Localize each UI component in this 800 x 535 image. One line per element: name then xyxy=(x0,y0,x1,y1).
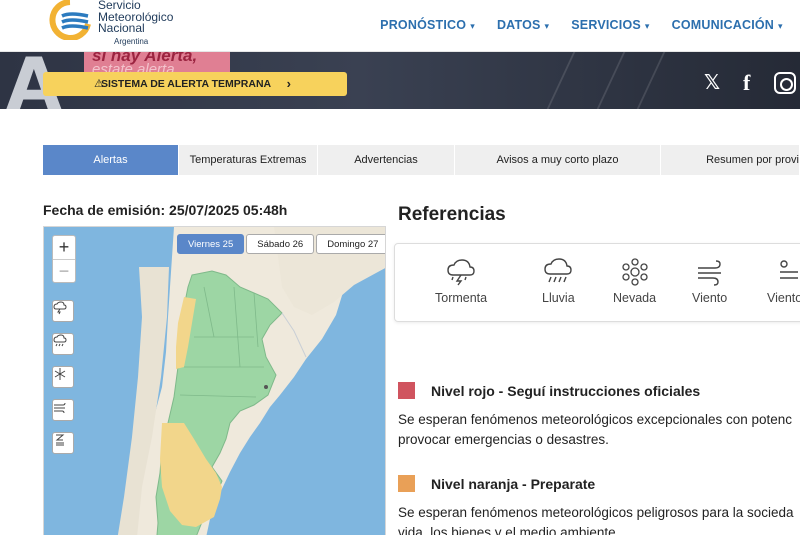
day-selector: Viernes 25 Sábado 26 Domingo 27 xyxy=(177,234,385,254)
snow-icon xyxy=(621,258,648,286)
day-domingo-27[interactable]: Domingo 27 xyxy=(316,234,385,254)
level-desc-line-2: vida, los bienes y el medio ambiente. xyxy=(398,525,620,535)
city-marker xyxy=(264,385,268,389)
level-desc-line-2: provocar emergencias o desastres. xyxy=(398,432,609,447)
lightning-streak xyxy=(546,52,576,109)
caret-down-icon: ▾ xyxy=(544,21,550,31)
alert-system-button[interactable]: ⚠ SISTEMA DE ALERTA TEMPRANA › xyxy=(43,72,347,96)
wind-icon xyxy=(697,260,721,286)
reference-rain: Lluvia xyxy=(542,258,575,305)
reference-label: Viento xyxy=(767,291,800,305)
level-red-title: Nivel rojo - Seguí instrucciones oficial… xyxy=(398,382,700,399)
logo-line-3: Nacional xyxy=(98,21,145,35)
level-desc-line-1: Se esperan fenómenos meteorológicos exce… xyxy=(398,412,792,427)
nav-label: SERVICIOS xyxy=(571,18,641,32)
nav-label: COMUNICACIÓN xyxy=(671,18,775,32)
references-title: Referencias xyxy=(398,204,506,225)
lightning-streak xyxy=(636,52,666,109)
map-filter-zonda[interactable] xyxy=(52,432,74,454)
zoom-controls: + − xyxy=(52,235,76,283)
site-header: Servicio Meteorológico Nacional Argentin… xyxy=(0,0,800,52)
day-sabado-26[interactable]: Sábado 26 xyxy=(246,234,315,254)
zoom-in-button[interactable]: + xyxy=(53,236,75,259)
tab-advertencias[interactable]: Advertencias xyxy=(318,145,455,175)
alert-tabs: Alertas Temperaturas Extremas Advertenci… xyxy=(43,145,800,175)
reference-storm: Tormenta xyxy=(435,258,487,305)
caret-down-icon: ▾ xyxy=(778,21,783,31)
zoom-out-button[interactable]: − xyxy=(53,259,75,282)
smn-logo-icon xyxy=(49,0,91,40)
caret-down-icon: ▾ xyxy=(644,21,650,31)
tab-alertas[interactable]: Alertas xyxy=(43,145,179,175)
nav-label: DATOS xyxy=(496,18,541,32)
reference-wind-2: Viento xyxy=(767,258,800,305)
map-filter-snow[interactable] xyxy=(52,366,74,388)
reference-label: Tormenta xyxy=(435,291,488,305)
wind-icon xyxy=(54,402,66,414)
reference-label: Viento xyxy=(692,291,728,305)
nav-datos[interactable]: DATOS ▾ xyxy=(497,18,549,32)
nav-servicios[interactable]: SERVICIOS ▾ xyxy=(571,18,649,32)
caret-down-icon: ▾ xyxy=(470,21,475,31)
nav-comunicacion[interactable]: COMUNICACIÓN ▾ xyxy=(672,18,783,32)
day-viernes-25[interactable]: Viernes 25 xyxy=(177,234,245,254)
alert-map[interactable]: + − Viernes 25 Sábado 26 Domingo 27 xyxy=(43,226,386,535)
reference-wind: Viento xyxy=(692,258,727,305)
alert-button-label: SISTEMA DE ALERTA TEMPRANA xyxy=(101,78,272,90)
map-filter-rain[interactable] xyxy=(52,333,74,355)
nav-label: PRONÓSTICO xyxy=(380,18,467,32)
lightning-streak xyxy=(596,52,626,109)
rain-icon xyxy=(544,258,573,283)
level-red-swatch xyxy=(398,382,415,399)
level-orange-swatch xyxy=(398,475,415,492)
tab-temperaturas-extremas[interactable]: Temperaturas Extremas xyxy=(179,145,318,175)
logo-text: Servicio Meteorológico Nacional Argentin… xyxy=(98,0,173,47)
x-icon[interactable]: 𝕏 xyxy=(704,70,720,95)
level-title: Nivel rojo - Seguí instrucciones oficial… xyxy=(431,382,701,399)
tab-avisos-corto-plazo[interactable]: Avisos a muy corto plazo xyxy=(455,145,661,175)
nav-pronostico[interactable]: PRONÓSTICO ▾ xyxy=(380,18,475,32)
wind-zonda-icon xyxy=(779,260,798,279)
level-title: Nivel naranja - Preparate xyxy=(431,475,596,492)
level-red-description: Se esperan fenómenos meteorológicos exce… xyxy=(398,410,800,450)
logo-line-4: Argentina xyxy=(114,36,149,46)
wind-zonda-icon xyxy=(55,434,65,446)
map-filter-storm[interactable] xyxy=(52,300,74,322)
level-orange-title: Nivel naranja - Preparate xyxy=(398,475,595,492)
warning-icon: ⚠ xyxy=(94,78,104,90)
emission-date: Fecha de emisión: 25/07/2025 05:48h xyxy=(43,202,288,218)
references-box: Tormenta Lluvia Nevada Viento Viento xyxy=(394,243,800,322)
map-canvas xyxy=(44,227,385,535)
reference-label: Nevada xyxy=(613,291,657,305)
reference-label: Lluvia xyxy=(542,291,575,305)
smn-logo[interactable]: Servicio Meteorológico Nacional Argentin… xyxy=(48,0,208,47)
reference-snow: Nevada xyxy=(613,258,656,305)
main-nav: PRONÓSTICO ▾ DATOS ▾ SERVICIOS ▾ COMUNICACI… xyxy=(380,18,800,32)
tab-resumen-provincia[interactable]: Resumen por provi xyxy=(661,145,800,175)
storm-icon xyxy=(447,259,475,286)
level-desc-line-1: Se esperan fenómenos meteorológicos peli… xyxy=(398,505,794,520)
map-filter-wind[interactable] xyxy=(52,399,74,421)
facebook-icon[interactable]: f xyxy=(743,70,750,96)
chevron-right-icon: › xyxy=(286,76,291,91)
level-orange-description: Se esperan fenómenos meteorológicos peli… xyxy=(398,503,800,535)
storm-icon xyxy=(53,301,67,315)
instagram-icon[interactable] xyxy=(774,72,796,94)
snow-icon xyxy=(54,368,66,380)
rain-icon xyxy=(53,334,67,347)
